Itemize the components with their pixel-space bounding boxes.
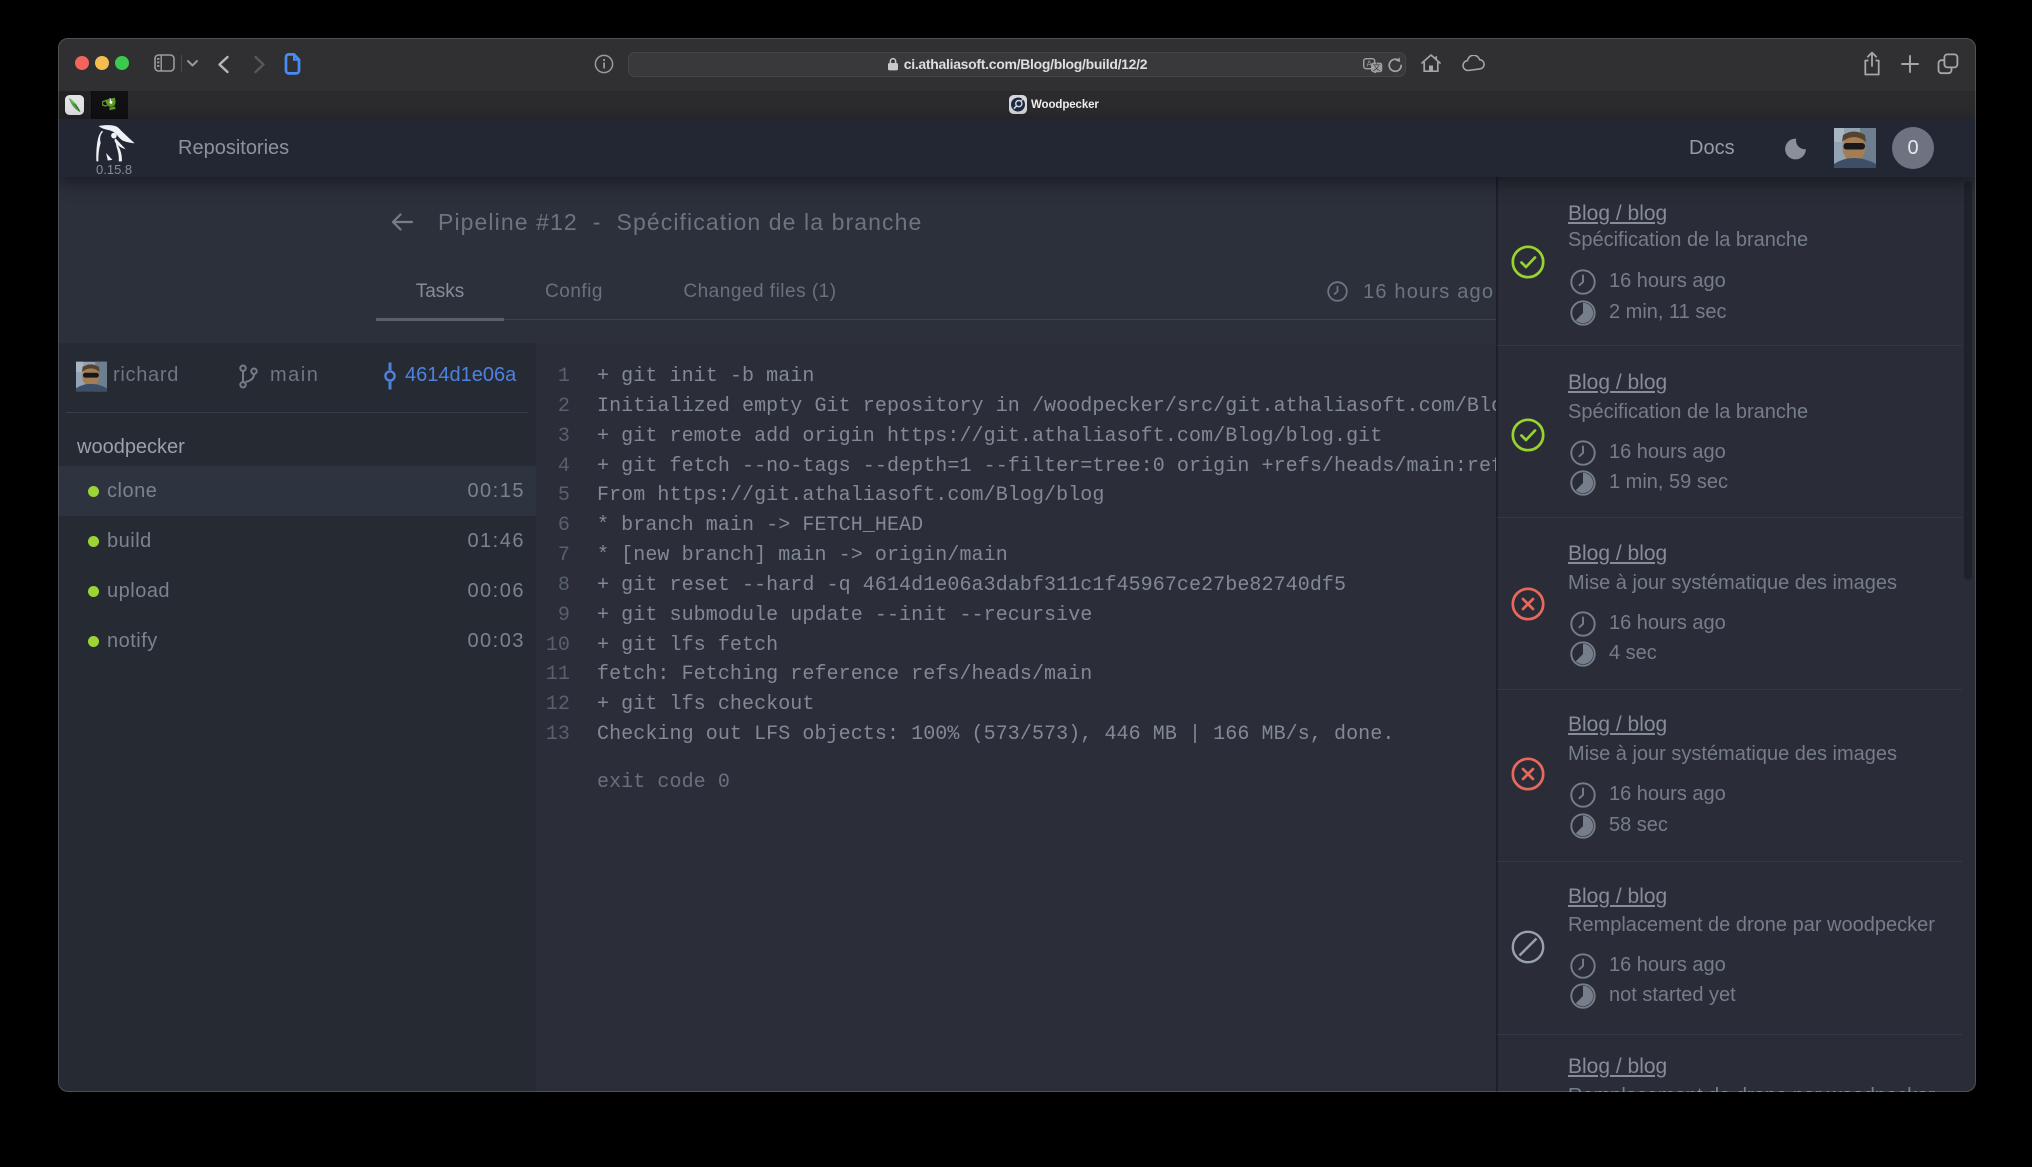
svg-text:文: 文	[1373, 62, 1381, 72]
